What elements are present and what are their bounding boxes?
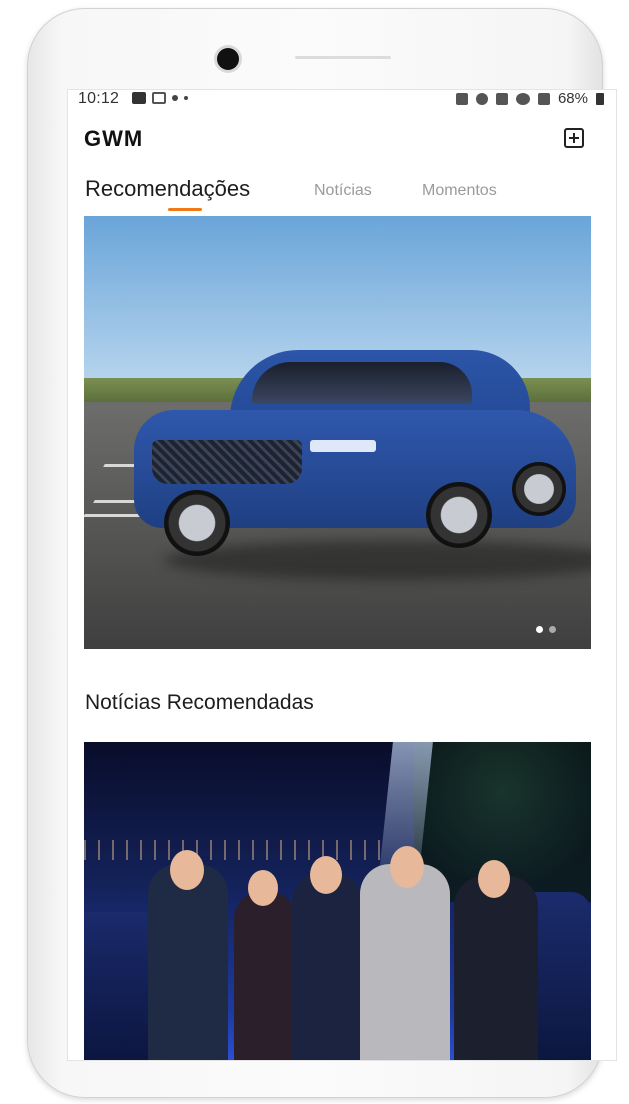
person-3-head [310, 856, 342, 894]
battery-icon [596, 92, 604, 105]
person-4 [360, 864, 450, 1060]
person-5-head [478, 860, 510, 898]
wifi-icon [515, 92, 530, 105]
gallery-notification-icon [132, 92, 146, 104]
news-card-image[interactable] [84, 742, 591, 1060]
status-time: 10:12 [78, 90, 120, 107]
tab-momentos[interactable]: Momentos [422, 182, 497, 200]
person-1-head [170, 850, 204, 890]
person-3 [292, 872, 362, 1060]
featured-carousel[interactable] [84, 216, 591, 649]
alarm-icon [475, 92, 488, 105]
more-notifications-icon [184, 96, 188, 100]
tab-recomendacoes[interactable]: Recomendações [85, 176, 250, 202]
phone-frame: 10:12 68% GWM Recomendações Notícias Mom… [27, 8, 616, 1098]
carousel-dot[interactable] [549, 626, 556, 633]
battery-level: 68% [557, 90, 588, 107]
tab-noticias[interactable]: Notícias [314, 182, 372, 200]
status-bar: 10:12 68% [68, 90, 616, 112]
app-logo: GWM [84, 126, 144, 151]
active-tab-indicator [168, 208, 202, 211]
notification-dot-icon [172, 95, 178, 101]
notification-icons [132, 92, 188, 104]
vibrate-icon [495, 92, 508, 105]
car-grille [152, 440, 302, 484]
car-wheel [426, 482, 492, 548]
person-4-head [390, 846, 424, 888]
carousel-dot-active[interactable] [536, 626, 543, 633]
car-wheel [164, 490, 230, 556]
carousel-pagination [536, 626, 556, 633]
person-2-head [248, 870, 278, 906]
car-headlight [310, 440, 376, 452]
car-wheel [512, 462, 566, 516]
app-screen: 10:12 68% GWM Recomendações Notícias Mom… [68, 90, 616, 1060]
nfc-icon [455, 92, 468, 105]
speaker-grille [295, 56, 391, 59]
status-icons-right: 68% [455, 90, 604, 107]
car-left-photo [84, 912, 154, 1060]
person-5 [454, 876, 538, 1060]
car-window [252, 362, 472, 404]
add-post-button[interactable] [564, 128, 584, 148]
front-camera [217, 48, 239, 70]
section-title: Notícias Recomendadas [85, 691, 314, 714]
person-1 [148, 864, 228, 1060]
person-2 [234, 890, 296, 1060]
app-notification-icon [152, 92, 166, 104]
city-lights [84, 840, 384, 860]
signal-icon [537, 92, 550, 105]
suv-photo [134, 350, 591, 580]
